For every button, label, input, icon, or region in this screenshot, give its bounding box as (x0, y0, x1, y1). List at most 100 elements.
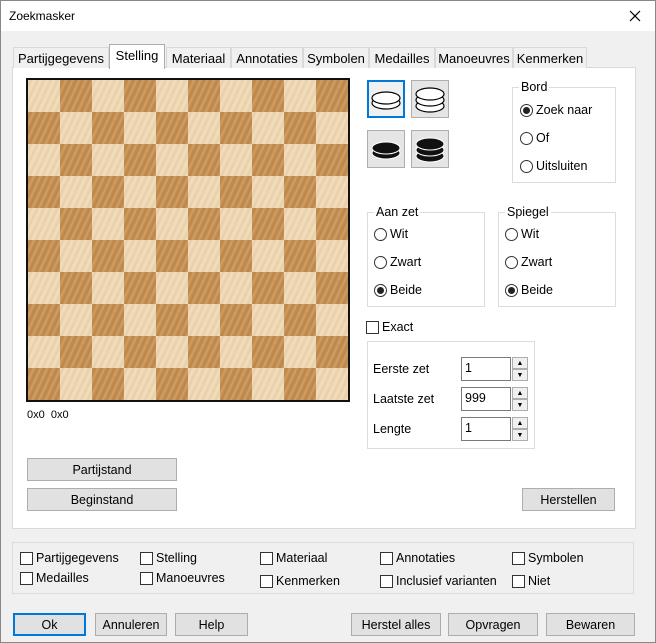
board-square[interactable] (92, 176, 124, 208)
filter-stelling-checkbox[interactable]: Stelling (140, 551, 197, 565)
bord-radio-of[interactable]: Of (520, 131, 549, 145)
lengte-input[interactable]: 1 (461, 417, 511, 441)
board-square[interactable] (284, 304, 316, 336)
board-square[interactable] (284, 240, 316, 272)
board-square[interactable] (188, 80, 220, 112)
tab-annotaties[interactable]: Annotaties (231, 47, 303, 68)
board-square[interactable] (28, 304, 60, 336)
board-square[interactable] (220, 240, 252, 272)
black-king-button[interactable] (411, 130, 449, 168)
help-button[interactable]: Help (175, 613, 248, 636)
tab-symbolen[interactable]: Symbolen (303, 47, 369, 68)
tab-kenmerken[interactable]: Kenmerken (513, 47, 587, 68)
board-square[interactable] (28, 368, 60, 400)
board-square[interactable] (28, 176, 60, 208)
board-square[interactable] (284, 368, 316, 400)
opvragen-button[interactable]: Opvragen (448, 613, 538, 636)
board-square[interactable] (124, 208, 156, 240)
white-king-button[interactable] (411, 80, 449, 118)
board-square[interactable] (316, 144, 348, 176)
board-square[interactable] (60, 208, 92, 240)
laatste-zet-input[interactable]: 999 (461, 387, 511, 411)
spiegel-radio-wit[interactable]: Wit (505, 227, 539, 241)
laatste-zet-up-button[interactable]: ▲ (512, 387, 528, 399)
eerste-zet-input[interactable]: 1 (461, 357, 511, 381)
filter-niet-checkbox[interactable]: Niet (512, 574, 550, 588)
black-man-button[interactable] (367, 130, 405, 168)
laatste-zet-spinner[interactable]: 999 ▲ ▼ (461, 387, 528, 411)
board-square[interactable] (252, 208, 284, 240)
board-square[interactable] (156, 112, 188, 144)
ok-button[interactable]: Ok (13, 613, 86, 636)
board-square[interactable] (156, 176, 188, 208)
board-square[interactable] (92, 368, 124, 400)
close-button[interactable] (615, 1, 655, 31)
tab-manoeuvres[interactable]: Manoeuvres (435, 47, 513, 68)
beginstand-button[interactable]: Beginstand (27, 488, 177, 511)
aan-zet-radio-beide[interactable]: Beide (374, 283, 422, 297)
filter-partijgegevens-checkbox[interactable]: Partijgegevens (20, 551, 119, 565)
tab-stelling[interactable]: Stelling (109, 44, 165, 69)
board-square[interactable] (156, 304, 188, 336)
board-square[interactable] (92, 112, 124, 144)
board-square[interactable] (60, 144, 92, 176)
filter-annotaties-checkbox[interactable]: Annotaties (380, 551, 455, 565)
board-square[interactable] (316, 272, 348, 304)
bewaren-button[interactable]: Bewaren (546, 613, 635, 636)
board-square[interactable] (124, 144, 156, 176)
board-square[interactable] (316, 80, 348, 112)
checkers-board[interactable] (26, 78, 350, 402)
board-square[interactable] (252, 272, 284, 304)
spiegel-radio-zwart[interactable]: Zwart (505, 255, 552, 269)
tab-materiaal[interactable]: Materiaal (166, 47, 231, 68)
bord-radio-uitsluiten[interactable]: Uitsluiten (520, 159, 587, 173)
board-square[interactable] (220, 304, 252, 336)
aan-zet-radio-zwart[interactable]: Zwart (374, 255, 421, 269)
board-square[interactable] (60, 336, 92, 368)
filter-kenmerken-checkbox[interactable]: Kenmerken (260, 574, 340, 588)
spiegel-radio-beide[interactable]: Beide (505, 283, 553, 297)
board-square[interactable] (220, 112, 252, 144)
board-square[interactable] (92, 240, 124, 272)
eerste-zet-down-button[interactable]: ▼ (512, 369, 528, 381)
tab-partijgegevens[interactable]: Partijgegevens (13, 47, 109, 68)
annuleren-button[interactable]: Annuleren (95, 613, 167, 636)
filter-medailles-checkbox[interactable]: Medailles (20, 571, 89, 585)
board-square[interactable] (188, 144, 220, 176)
partijstand-button[interactable]: Partijstand (27, 458, 177, 481)
herstellen-button[interactable]: Herstellen (522, 488, 615, 511)
board-square[interactable] (124, 272, 156, 304)
eerste-zet-spinner[interactable]: 1 ▲ ▼ (461, 357, 528, 381)
filter-inclusief-varianten-checkbox[interactable]: Inclusief varianten (380, 574, 497, 588)
board-square[interactable] (252, 144, 284, 176)
board-square[interactable] (188, 208, 220, 240)
aan-zet-radio-wit[interactable]: Wit (374, 227, 408, 241)
board-square[interactable] (188, 336, 220, 368)
bord-radio-zoek-naar[interactable]: Zoek naar (520, 103, 592, 117)
tab-medailles[interactable]: Medailles (369, 47, 435, 68)
board-square[interactable] (252, 80, 284, 112)
lengte-spinner[interactable]: 1 ▲ ▼ (461, 417, 528, 441)
exact-checkbox[interactable]: Exact (366, 320, 413, 334)
board-square[interactable] (284, 176, 316, 208)
board-square[interactable] (284, 112, 316, 144)
white-man-button[interactable] (367, 80, 405, 118)
filter-manoeuvres-checkbox[interactable]: Manoeuvres (140, 571, 225, 585)
board-square[interactable] (60, 272, 92, 304)
board-square[interactable] (28, 240, 60, 272)
board-square[interactable] (316, 208, 348, 240)
board-square[interactable] (156, 368, 188, 400)
board-square[interactable] (124, 80, 156, 112)
board-square[interactable] (28, 112, 60, 144)
board-square[interactable] (156, 240, 188, 272)
herstel-alles-button[interactable]: Herstel alles (351, 613, 441, 636)
board-square[interactable] (92, 304, 124, 336)
board-square[interactable] (220, 176, 252, 208)
board-square[interactable] (188, 272, 220, 304)
board-square[interactable] (220, 368, 252, 400)
board-square[interactable] (60, 80, 92, 112)
board-square[interactable] (124, 336, 156, 368)
lengte-up-button[interactable]: ▲ (512, 417, 528, 429)
filter-symbolen-checkbox[interactable]: Symbolen (512, 551, 584, 565)
board-square[interactable] (252, 336, 284, 368)
